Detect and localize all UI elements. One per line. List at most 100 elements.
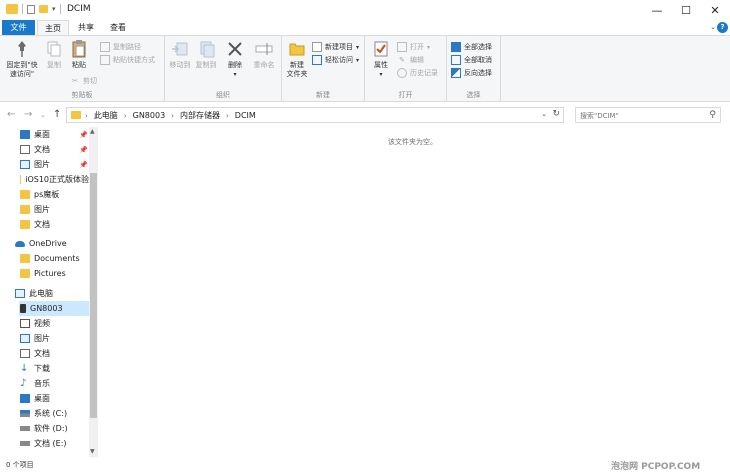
nav-item-label: 音乐 <box>34 379 50 388</box>
ribbon-tabs: 文件 主页 共享 查看 ⌄ ? <box>0 20 730 35</box>
nav-item-label: iOS10正式版体验 <box>25 175 89 184</box>
nav-item-label: Pictures <box>34 269 66 278</box>
nav-item-desktop-pinned[interactable]: 桌面 <box>20 127 50 142</box>
downloads-icon: ↓ <box>20 363 29 374</box>
breadcrumb-this-pc[interactable]: 此电脑 <box>94 110 118 121</box>
new-item-button[interactable]: 新建项目 ▾ <box>312 41 359 53</box>
recent-locations-icon[interactable]: ⌄ <box>40 111 46 119</box>
nav-item-drive-d[interactable]: 软件 (D:) <box>20 421 68 436</box>
pin-icon[interactable]: 📌 <box>79 161 88 169</box>
open-button[interactable]: 打开 ▾ <box>397 41 430 53</box>
nav-item-onedrive[interactable]: OneDrive <box>15 236 67 251</box>
paste-shortcut-label: 粘贴快捷方式 <box>113 56 155 64</box>
properties-quick-icon[interactable] <box>27 4 35 14</box>
nav-item-drive-c[interactable]: 系统 (C:) <box>20 406 67 421</box>
pin-icon[interactable]: 📌 <box>79 146 88 154</box>
history-icon <box>397 68 407 78</box>
nav-item-documents-folder[interactable]: 文档 <box>20 217 50 232</box>
chevron-down-icon[interactable]: ⌄ <box>541 110 547 118</box>
new-group-label: 新建 <box>316 91 330 99</box>
nav-item-label: 图片 <box>34 205 50 214</box>
nav-item-documents-pinned[interactable]: 文档 <box>20 142 50 157</box>
breadcrumb-internal-storage[interactable]: 内部存储器 <box>180 110 220 121</box>
paste-button[interactable]: 粘贴 <box>69 39 89 70</box>
maximize-button[interactable]: ☐ <box>671 0 701 20</box>
delete-button[interactable]: 删除 ▾ <box>225 39 245 79</box>
nav-item-label: 软件 (D:) <box>34 424 68 433</box>
minimize-button[interactable]: — <box>642 0 672 20</box>
nav-item-downloads[interactable]: ↓ 下载 <box>20 361 50 376</box>
up-arrow-icon[interactable]: ↑ <box>53 109 61 120</box>
ribbon: 固定到"快速访问" 复制 粘贴 复制路径 粘贴快捷方式 ✂ 剪切 剪贴板 移动到… <box>0 35 730 102</box>
tab-share[interactable]: 共享 <box>71 20 101 35</box>
breadcrumb-separator-icon[interactable]: › <box>171 112 174 120</box>
new-folder-button[interactable]: 新建 文件夹 <box>284 39 310 79</box>
nav-item-pictures-folder[interactable]: 图片 <box>20 202 50 217</box>
scroll-up-icon[interactable]: ▲ <box>90 128 95 135</box>
easy-access-button[interactable]: 轻松访问 ▾ <box>312 54 359 66</box>
search-input[interactable]: 搜索"DCIM" ⚲ <box>575 107 721 123</box>
nav-item-label: 图片 <box>34 160 50 169</box>
breadcrumb-device[interactable]: GN8003 <box>133 111 166 120</box>
nav-item-ps-templates[interactable]: ps魔板 <box>20 187 59 202</box>
nav-item-pictures[interactable]: 图片 <box>20 331 50 346</box>
breadcrumb-separator-icon[interactable]: › <box>124 112 127 120</box>
file-list-pane[interactable]: 该文件夹为空。 <box>100 127 730 457</box>
customize-toolbar-icon[interactable]: ▾ <box>52 5 56 13</box>
pin-quick-access-label: 固定到"快速访问" <box>6 61 38 78</box>
nav-scrollbar-thumb[interactable] <box>90 173 97 418</box>
move-to-icon <box>170 39 190 59</box>
folder-icon <box>6 4 18 14</box>
move-to-button[interactable]: 移动到 <box>168 39 192 70</box>
nav-item-gn8003[interactable]: GN8003 <box>19 301 89 316</box>
new-folder-quick-icon[interactable] <box>39 5 48 13</box>
tab-view[interactable]: 查看 <box>103 20 133 35</box>
copy-to-button[interactable]: 复制到 <box>194 39 218 70</box>
breadcrumb-dcim[interactable]: DCIM <box>235 111 256 120</box>
back-arrow-icon[interactable]: ← <box>7 109 15 120</box>
nav-item-pictures-pinned[interactable]: 图片 <box>20 157 50 172</box>
copy-path-button[interactable]: 复制路径 <box>100 41 141 53</box>
select-all-button[interactable]: 全部选择 <box>451 41 492 53</box>
nav-item-documents[interactable]: 文档 <box>20 346 50 361</box>
copy-button[interactable]: 复制 <box>44 39 64 70</box>
new-folder-icon <box>287 39 307 59</box>
copy-to-icon <box>196 39 216 59</box>
scroll-down-icon[interactable]: ▼ <box>90 448 95 455</box>
edit-button[interactable]: ✎ 编辑 <box>397 54 424 66</box>
chevron-down-icon[interactable]: ⌄ <box>710 23 716 31</box>
properties-button[interactable]: 属性 ▾ <box>371 39 391 79</box>
nav-item-videos[interactable]: 视频 <box>20 316 50 331</box>
delete-x-icon <box>225 39 245 59</box>
select-none-button[interactable]: 全部取消 <box>451 54 492 66</box>
properties-label: 属性 <box>374 61 388 69</box>
address-bar[interactable]: › 此电脑 › GN8003 › 内部存储器 › DCIM ⌄ ↻ <box>66 107 564 123</box>
breadcrumb-separator-icon[interactable]: › <box>226 112 229 120</box>
close-button[interactable]: ✕ <box>700 0 730 20</box>
help-icon[interactable]: ? <box>717 22 728 33</box>
nav-item-ios10[interactable]: iOS10正式版体验 <box>20 172 89 187</box>
edit-icon: ✎ <box>399 56 405 64</box>
paste-shortcut-button[interactable]: 粘贴快捷方式 <box>100 54 155 66</box>
breadcrumb-separator-icon[interactable]: › <box>85 112 88 120</box>
history-button[interactable]: 历史记录 <box>397 67 438 79</box>
nav-item-onedrive-pictures[interactable]: Pictures <box>20 266 66 281</box>
forward-arrow-icon[interactable]: → <box>24 109 32 120</box>
tab-home[interactable]: 主页 <box>37 20 69 35</box>
select-group: 全部选择 全部取消 反向选择 选择 <box>447 36 501 102</box>
pin-quick-access-button[interactable]: 固定到"快速访问" <box>4 39 40 79</box>
tab-file[interactable]: 文件 <box>2 20 35 35</box>
cut-button[interactable]: ✂ 剪切 <box>70 75 97 87</box>
pin-icon[interactable]: 📌 <box>79 131 88 139</box>
nav-item-this-pc[interactable]: 此电脑 <box>15 286 53 301</box>
refresh-icon[interactable]: ↻ <box>552 109 560 119</box>
scissors-icon: ✂ <box>72 77 78 85</box>
nav-item-desktop[interactable]: 桌面 <box>20 391 50 406</box>
nav-item-onedrive-documents[interactable]: Documents <box>20 251 80 266</box>
nav-item-drive-e[interactable]: 文档 (E:) <box>20 436 67 451</box>
title-bar: ▾ DCIM — ☐ ✕ <box>0 0 730 20</box>
nav-item-music[interactable]: ♪ 音乐 <box>20 376 50 391</box>
rename-button[interactable]: 重命名 <box>251 39 277 70</box>
drive-icon <box>20 426 30 431</box>
invert-selection-button[interactable]: 反向选择 <box>451 67 492 79</box>
